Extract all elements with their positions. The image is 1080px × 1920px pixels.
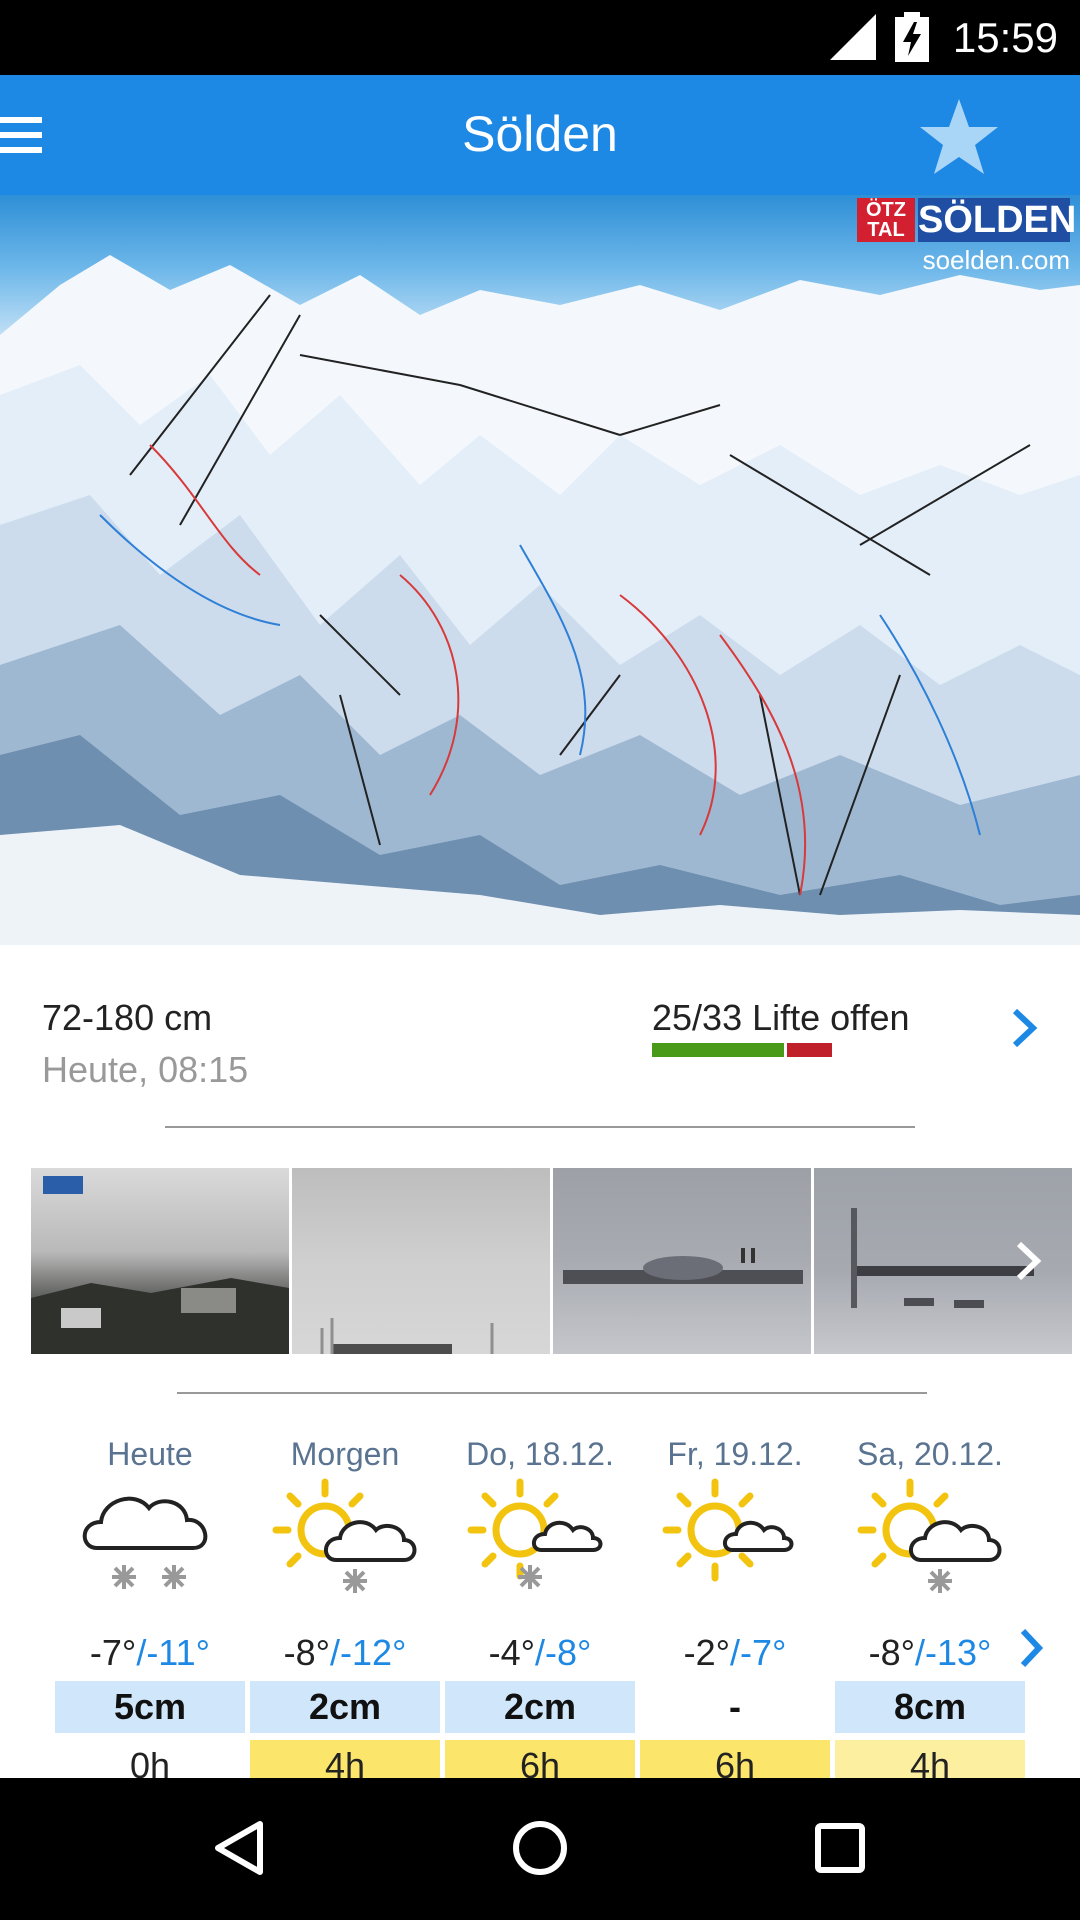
forecast-day[interactable]: Morgen -8°/-12° 2cm 4h [250,1400,440,1778]
forecast-sunshine: 4h [250,1740,440,1778]
forecast-sunshine: 6h [640,1740,830,1778]
logo-url: soelden.com [922,245,1070,275]
sun-cloud-icon [662,1478,794,1582]
favorite-star-icon[interactable] [918,97,1000,177]
lifts-open-bar [652,1043,784,1057]
forecast-temps: -7°/-11° [55,1632,245,1674]
forecast-day[interactable]: Fr, 19.12. -2°/-7° - 6h [640,1400,830,1778]
forecast-day[interactable]: Sa, 20.12. -8°/-13° 8cm 4h [835,1400,1025,1778]
chevron-right-icon[interactable] [1005,1003,1045,1053]
forecast-day[interactable]: Do, 18.12. -4°/-8° 2cm 6h [445,1400,635,1778]
clock: 15:59 [952,14,1058,61]
forecast-temps: -4°/-8° [445,1632,635,1674]
forecast-snowfall: 2cm [445,1681,635,1733]
chevron-right-icon[interactable] [1015,1625,1047,1671]
status-bar: 15:59 [0,0,1080,75]
home-icon[interactable] [510,1818,570,1878]
temp-low: /-8° [534,1632,592,1673]
forecast-sunshine: 0h [129,1745,171,1778]
webcam-thumbnail[interactable] [31,1168,289,1354]
forecast-snowfall: - [729,1686,741,1727]
temp-low: /-12° [329,1632,407,1673]
mountain-illustration [0,255,1080,945]
forecast-sunshine: 6h [445,1740,635,1778]
temp-low: /-11° [136,1632,211,1673]
solden-logo: SÖLDEN [918,198,1077,242]
sun-cloud-snow-icon [857,1478,1002,1593]
signal-icon [830,14,876,60]
forecast-day-label: Morgen [290,1436,400,1472]
temp-high: -4° [488,1632,535,1673]
sun-cloud-snow-icon [467,1478,603,1589]
lifts-closed-bar [787,1043,832,1057]
forecast-snowfall: 5cm [55,1681,245,1733]
back-icon[interactable] [210,1818,270,1878]
snow-depth: 72-180 cm [42,997,213,1038]
lifts-status: 25/33 Lifte offen [652,997,910,1038]
forecast-day-label: Heute [107,1436,193,1472]
temp-high: -7° [89,1632,137,1673]
temp-low: /-7° [729,1632,787,1673]
webcam-strip[interactable] [31,1168,1072,1354]
chevron-right-icon[interactable] [1011,1238,1047,1284]
divider [165,1126,915,1128]
app-bar: Sölden [0,75,1080,195]
recents-icon[interactable] [810,1818,870,1878]
snow-report[interactable]: 72-180 cm Heute, 08:15 25/33 Lifte offen [0,945,1080,1135]
sun-cloud-snow-icon [272,1478,417,1593]
report-timestamp: Heute, 08:15 [42,1049,249,1090]
otztal-logo: ÖTZ TAL [857,198,915,242]
temp-high: -8° [283,1632,330,1673]
temp-low: /-13° [914,1632,992,1673]
divider [177,1392,927,1394]
forecast-day-label: Fr, 19.12. [667,1436,803,1472]
temp-high: -2° [683,1632,730,1673]
webcam-thumbnail[interactable] [292,1168,550,1354]
system-nav-bar [0,1778,1080,1920]
cloud-snow-icon [82,1496,208,1589]
forecast-sunshine: 4h [835,1740,1025,1778]
forecast-day-label: Do, 18.12. [466,1436,614,1472]
weather-forecast[interactable]: Heute -7°/-11° 5cm 0h Morgen -8°/-12° 2c… [0,1400,1080,1778]
temp-high: -8° [868,1632,915,1673]
forecast-day-label: Sa, 20.12. [857,1436,1003,1472]
forecast-temps: -8°/-12° [250,1632,440,1674]
webcam-thumbnail[interactable] [553,1168,811,1354]
forecast-snowfall: 2cm [250,1681,440,1733]
battery-charging-icon [895,12,929,62]
forecast-snowfall: 8cm [835,1681,1025,1733]
forecast-temps: -2°/-7° [640,1632,830,1674]
forecast-temps: -8°/-13° [835,1632,1025,1674]
forecast-day[interactable]: Heute -7°/-11° 5cm 0h [55,1400,245,1778]
piste-map[interactable]: ÖTZ TAL SÖLDEN soelden.com [0,195,1080,945]
